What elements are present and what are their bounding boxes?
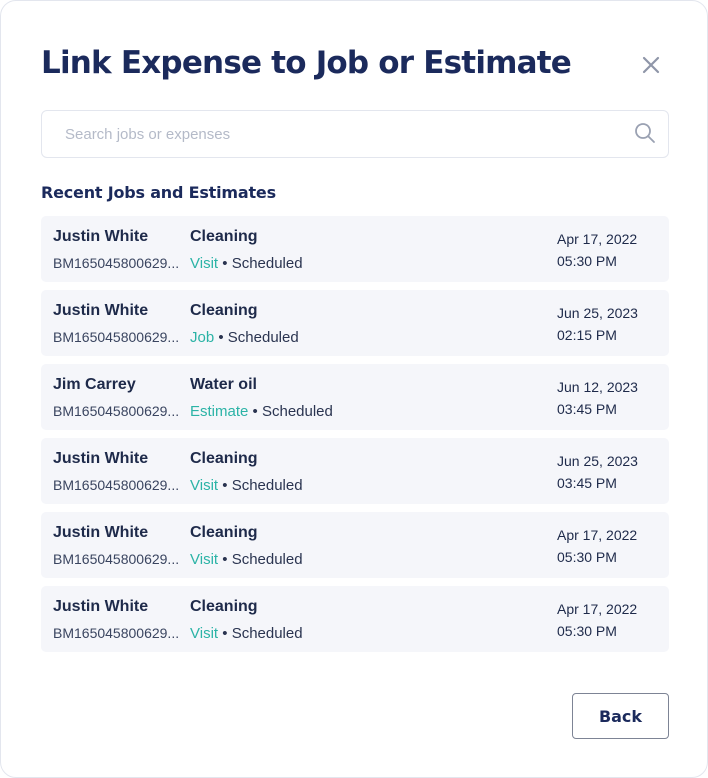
service-name: Cleaning [190, 450, 258, 467]
customer-name: Justin White [53, 524, 149, 541]
section-title: Recent Jobs and Estimates [41, 183, 276, 202]
search-input[interactable] [65, 111, 625, 157]
reference-id: BM165045800629... [53, 255, 180, 271]
link-expense-modal: Link Expense to Job or Estimate Recent J… [0, 0, 708, 778]
item-type: Visit [190, 625, 219, 642]
item-meta: Visit • Scheduled [190, 625, 303, 642]
item-type: Visit [190, 551, 219, 568]
separator: • [218, 329, 224, 346]
item-meta: Job • Scheduled [190, 329, 299, 346]
service-name: Cleaning [190, 228, 258, 245]
item-meta: Visit • Scheduled [190, 551, 303, 568]
search-icon[interactable] [634, 122, 656, 144]
customer-name: Justin White [53, 228, 149, 245]
item-time: 05:30 PM [557, 623, 617, 639]
item-type: Visit [190, 477, 219, 494]
list-item[interactable]: Justin White BM165045800629... Cleaning … [41, 586, 669, 652]
item-type: Job [190, 329, 215, 346]
customer-name: Justin White [53, 598, 149, 615]
list-item[interactable]: Justin White BM165045800629... Cleaning … [41, 216, 669, 282]
close-button[interactable] [635, 49, 667, 81]
recent-items-list: Justin White BM165045800629... Cleaning … [41, 216, 669, 660]
item-date: Apr 17, 2022 [557, 601, 638, 617]
modal-title: Link Expense to Job or Estimate [41, 45, 572, 81]
item-date: Apr 17, 2022 [557, 231, 638, 247]
customer-name: Justin White [53, 302, 149, 319]
item-date: Jun 12, 2023 [557, 379, 638, 395]
back-button[interactable]: Back [572, 693, 669, 739]
service-name: Cleaning [190, 302, 258, 319]
list-item[interactable]: Jim Carrey BM165045800629... Water oil E… [41, 364, 669, 430]
item-status: Scheduled [231, 255, 303, 272]
item-time: 03:45 PM [557, 401, 617, 417]
item-type: Estimate [190, 403, 249, 420]
item-status: Scheduled [231, 477, 303, 494]
item-type: Visit [190, 255, 219, 272]
list-item[interactable]: Justin White BM165045800629... Cleaning … [41, 438, 669, 504]
separator: • [222, 477, 228, 494]
item-date: Jun 25, 2023 [557, 453, 638, 469]
service-name: Cleaning [190, 598, 258, 615]
search-box [41, 110, 669, 158]
separator: • [222, 551, 228, 568]
close-icon [642, 56, 660, 74]
list-item[interactable]: Justin White BM165045800629... Cleaning … [41, 290, 669, 356]
item-time: 05:30 PM [557, 253, 617, 269]
separator: • [222, 255, 228, 272]
item-status: Scheduled [231, 625, 303, 642]
list-item[interactable]: Justin White BM165045800629... Cleaning … [41, 512, 669, 578]
item-status: Scheduled [231, 551, 303, 568]
service-name: Water oil [190, 376, 257, 393]
customer-name: Justin White [53, 450, 149, 467]
separator: • [252, 403, 258, 420]
item-status: Scheduled [261, 403, 333, 420]
item-meta: Visit • Scheduled [190, 477, 303, 494]
reference-id: BM165045800629... [53, 625, 180, 641]
item-time: 02:15 PM [557, 327, 617, 343]
reference-id: BM165045800629... [53, 329, 180, 345]
item-status: Scheduled [227, 329, 299, 346]
reference-id: BM165045800629... [53, 477, 180, 493]
reference-id: BM165045800629... [53, 551, 180, 567]
item-time: 03:45 PM [557, 475, 617, 491]
item-date: Jun 25, 2023 [557, 305, 638, 321]
reference-id: BM165045800629... [53, 403, 180, 419]
customer-name: Jim Carrey [53, 376, 136, 393]
item-meta: Estimate • Scheduled [190, 403, 333, 420]
service-name: Cleaning [190, 524, 258, 541]
item-meta: Visit • Scheduled [190, 255, 303, 272]
item-time: 05:30 PM [557, 549, 617, 565]
separator: • [222, 625, 228, 642]
item-date: Apr 17, 2022 [557, 527, 638, 543]
